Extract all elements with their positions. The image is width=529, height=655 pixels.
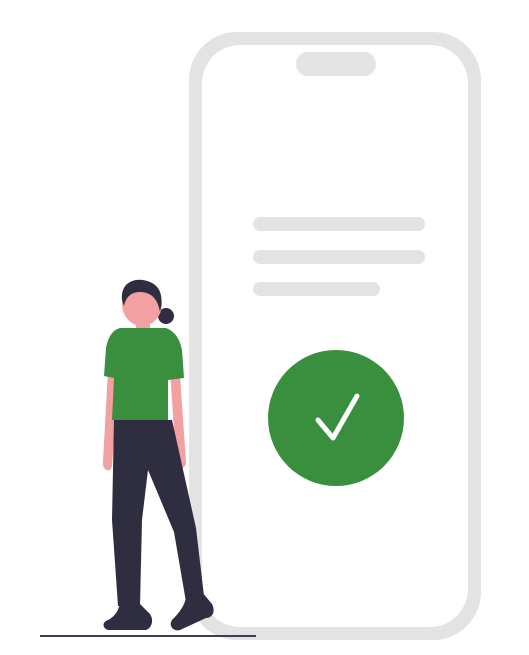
check-circle-icon: [268, 350, 404, 486]
left-shoe: [103, 604, 153, 630]
placeholder-line-3: [253, 282, 380, 296]
placeholder-line-2: [253, 250, 425, 264]
phone-screen: [202, 45, 468, 627]
check-circle: [268, 350, 404, 486]
illustration-stage: [0, 0, 529, 655]
shirt: [104, 328, 184, 420]
placeholder-line-1: [253, 217, 425, 231]
smartphone-icon: [189, 32, 481, 640]
phone-notch: [296, 52, 376, 76]
success-illustration: [40, 32, 481, 640]
